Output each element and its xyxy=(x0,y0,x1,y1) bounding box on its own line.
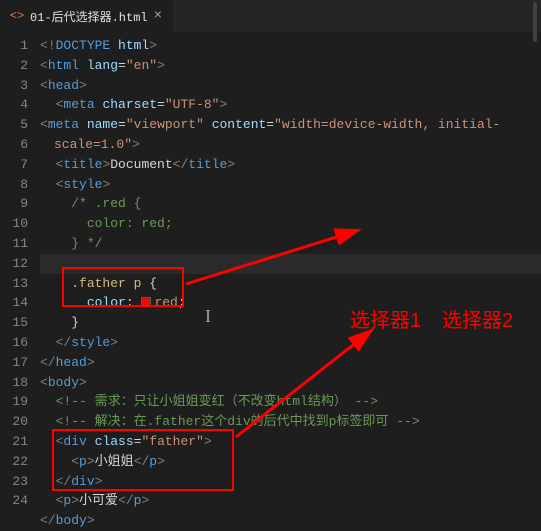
line-number: 7 xyxy=(0,155,28,175)
line-number: 5 xyxy=(0,115,28,135)
editor-area[interactable]: 1 2 3 4 5 6 7 8 9 10 11 12 13 14 15 16 1… xyxy=(0,32,541,526)
code-line: <!-- 解决：在.father这个div的后代中找到p标签即可 --> xyxy=(40,412,541,432)
line-number: 4 xyxy=(0,95,28,115)
line-number: 21 xyxy=(0,432,28,452)
line-number: 23 xyxy=(0,472,28,492)
code-line: <title>Document</title> xyxy=(40,155,541,175)
code-content[interactable]: <!DOCTYPE html> <html lang="en"> <head> … xyxy=(40,32,541,526)
code-line: <p>小可爱</p> xyxy=(40,491,541,511)
tab-bar: <> 01-后代选择器.html × xyxy=(0,0,541,32)
line-number: 1 xyxy=(0,36,28,56)
line-number: 19 xyxy=(0,392,28,412)
code-line: </body> xyxy=(40,511,541,531)
line-number: 14 xyxy=(0,293,28,313)
line-number: 13 xyxy=(0,274,28,294)
line-number: 12 xyxy=(0,254,28,274)
line-number: 2 xyxy=(0,56,28,76)
line-number: 24 xyxy=(0,491,28,511)
line-number: 8 xyxy=(0,175,28,195)
code-line: /* .red { xyxy=(40,194,541,214)
code-line: <p>小姐姐</p> xyxy=(40,452,541,472)
code-line: } */ xyxy=(40,234,541,254)
line-number: 22 xyxy=(0,452,28,472)
line-number: 15 xyxy=(0,313,28,333)
code-line: color: red; xyxy=(40,293,541,313)
code-line: <head> xyxy=(40,76,541,96)
line-number: 10 xyxy=(0,214,28,234)
code-line: <div class="father"> xyxy=(40,432,541,452)
close-icon[interactable]: × xyxy=(154,9,162,23)
line-number: 18 xyxy=(0,373,28,393)
line-number: 17 xyxy=(0,353,28,373)
code-line: </div> xyxy=(40,472,541,492)
code-line: </style> xyxy=(40,333,541,353)
tab-title: 01-后代选择器.html xyxy=(30,8,148,25)
html-file-icon: <> xyxy=(10,9,24,23)
line-number-gutter: 1 2 3 4 5 6 7 8 9 10 11 12 13 14 15 16 1… xyxy=(0,32,40,526)
line-number: 6 xyxy=(0,135,28,155)
color-swatch-icon xyxy=(141,297,151,307)
code-line: .father p { xyxy=(40,274,541,294)
code-line: <meta name="viewport" content="width=dev… xyxy=(40,115,541,155)
line-number: 3 xyxy=(0,76,28,96)
code-line xyxy=(40,254,541,274)
code-line: <meta charset="UTF-8"> xyxy=(40,95,541,115)
line-number: 9 xyxy=(0,194,28,214)
code-line: <!DOCTYPE html> xyxy=(40,36,541,56)
code-line: <style> xyxy=(40,175,541,195)
code-line: color: red; xyxy=(40,214,541,234)
code-line: <html lang="en"> xyxy=(40,56,541,76)
code-line: <!-- 需求：只让小姐姐变红（不改变html结构） --> xyxy=(40,392,541,412)
line-number: 11 xyxy=(0,234,28,254)
code-line: <body> xyxy=(40,373,541,393)
line-number: 20 xyxy=(0,412,28,432)
code-line: } xyxy=(40,313,541,333)
line-number: 16 xyxy=(0,333,28,353)
editor-tab[interactable]: <> 01-后代选择器.html × xyxy=(0,0,173,32)
code-line: </head> xyxy=(40,353,541,373)
